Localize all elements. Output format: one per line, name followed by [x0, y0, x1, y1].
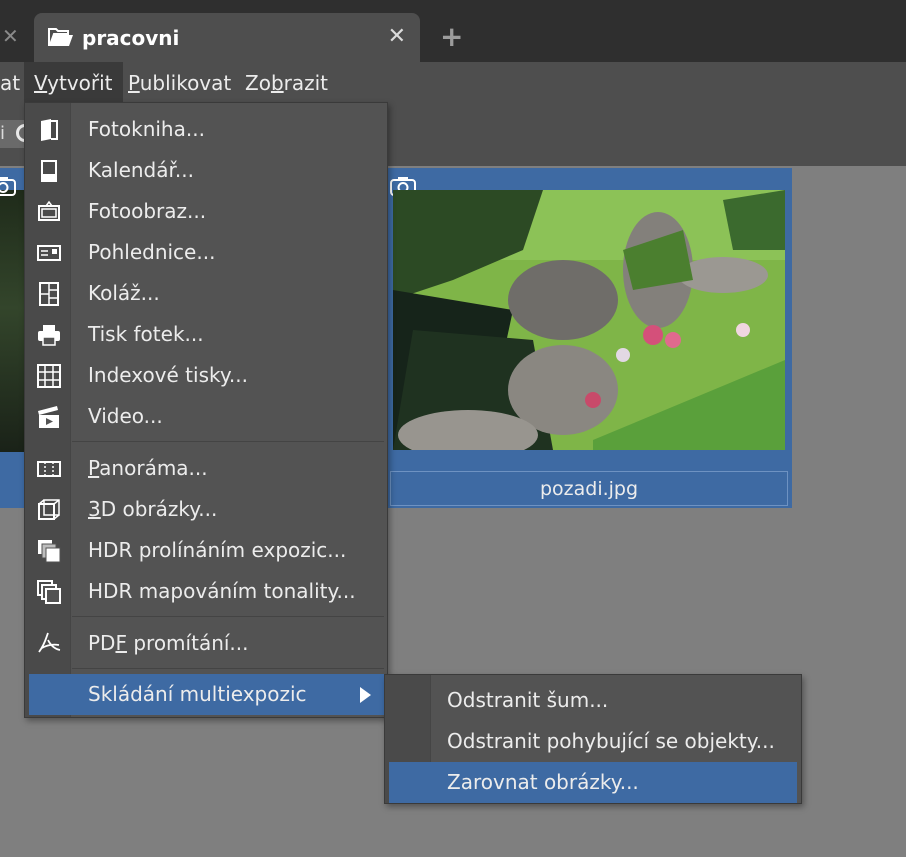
menu-item-indexove-tisky[interactable]: Indexové tisky... [25, 355, 387, 396]
menu-item-hdr-prolinani[interactable]: HDR prolínáním expozic... [25, 530, 387, 571]
thumbnail-pozadi[interactable]: pozadi.jpg [388, 168, 792, 508]
tab-title: pracovni [82, 26, 180, 50]
menu-item-kolaz[interactable]: Koláž... [25, 273, 387, 314]
menu-item-fotoobraz[interactable]: Fotoobraz... [25, 191, 387, 232]
menu-item-hdr-mapovani[interactable]: HDR mapováním tonality... [25, 571, 387, 612]
menu-separator [72, 616, 384, 617]
menu-item-3d-obrazky[interactable]: 3D obrázky... [25, 489, 387, 530]
submenu-arrow-icon [360, 687, 371, 703]
thumbnail-image [393, 190, 785, 450]
add-tab-icon[interactable]: + [440, 22, 463, 52]
hdr-blend-icon [38, 540, 61, 563]
hdr-tonemap-icon [37, 580, 61, 604]
menu-item-tisk-fotek[interactable]: Tisk fotek... [25, 314, 387, 355]
menu-publikovat[interactable]: Publikovat [118, 62, 241, 104]
menu-item-fotokniha[interactable]: Fotokniha... [25, 109, 387, 150]
video-icon [38, 406, 59, 428]
menu-item-pdf-promitani[interactable]: PDF promítání... [25, 623, 387, 664]
calendar-icon [41, 160, 57, 182]
submenu-item-odstranit-objekty[interactable]: Odstranit pohybující se objekty... [385, 721, 801, 762]
menu-separator [72, 441, 384, 442]
canvas-print-icon [38, 200, 60, 221]
menu-item-panorama[interactable]: Panoráma... [25, 448, 387, 489]
menu-zobrazit[interactable]: Zobrazit [235, 62, 338, 104]
panorama-icon [37, 461, 61, 477]
create-menu: Fotokniha... Kalendář... Fotoobraz... Po… [24, 102, 388, 718]
folder-open-icon [48, 28, 73, 46]
menu-item-pohlednice[interactable]: Pohlednice... [25, 232, 387, 273]
submenu-item-zarovnat-obrazky[interactable]: Zarovnat obrázky... [389, 762, 797, 803]
tab-pracovni[interactable]: pracovni ✕ [34, 13, 420, 62]
grid-icon [37, 364, 61, 388]
tab-bar: ✕ pracovni ✕ + [0, 0, 906, 62]
menu-item-video[interactable]: Video... [25, 396, 387, 437]
printer-icon [38, 325, 60, 346]
photobook-icon [41, 119, 58, 141]
3d-cube-icon [38, 499, 60, 520]
postcard-icon [37, 245, 61, 261]
submenu-item-odstranit-sum[interactable]: Odstranit šum... [385, 680, 801, 721]
camera-icon [0, 177, 16, 196]
menu-item-skladani-multiexpozic[interactable]: Skládání multiexpozic [29, 674, 385, 715]
collage-icon [39, 282, 59, 306]
menu-separator [72, 668, 384, 669]
tab-close-icon[interactable]: ✕ [388, 25, 406, 49]
pdf-icon [38, 632, 61, 653]
menu-bar: at Vytvořit Publikovat Zobrazit [0, 62, 906, 104]
multiexposure-submenu: Odstranit šum... Odstranit pohybující se… [384, 674, 802, 804]
thumbnail-filename: pozadi.jpg [390, 471, 788, 506]
menu-vytvorit[interactable]: Vytvořit [24, 62, 123, 104]
previous-tab-close-icon[interactable]: ✕ [2, 26, 19, 46]
menu-item-kalendar[interactable]: Kalendář... [25, 150, 387, 191]
